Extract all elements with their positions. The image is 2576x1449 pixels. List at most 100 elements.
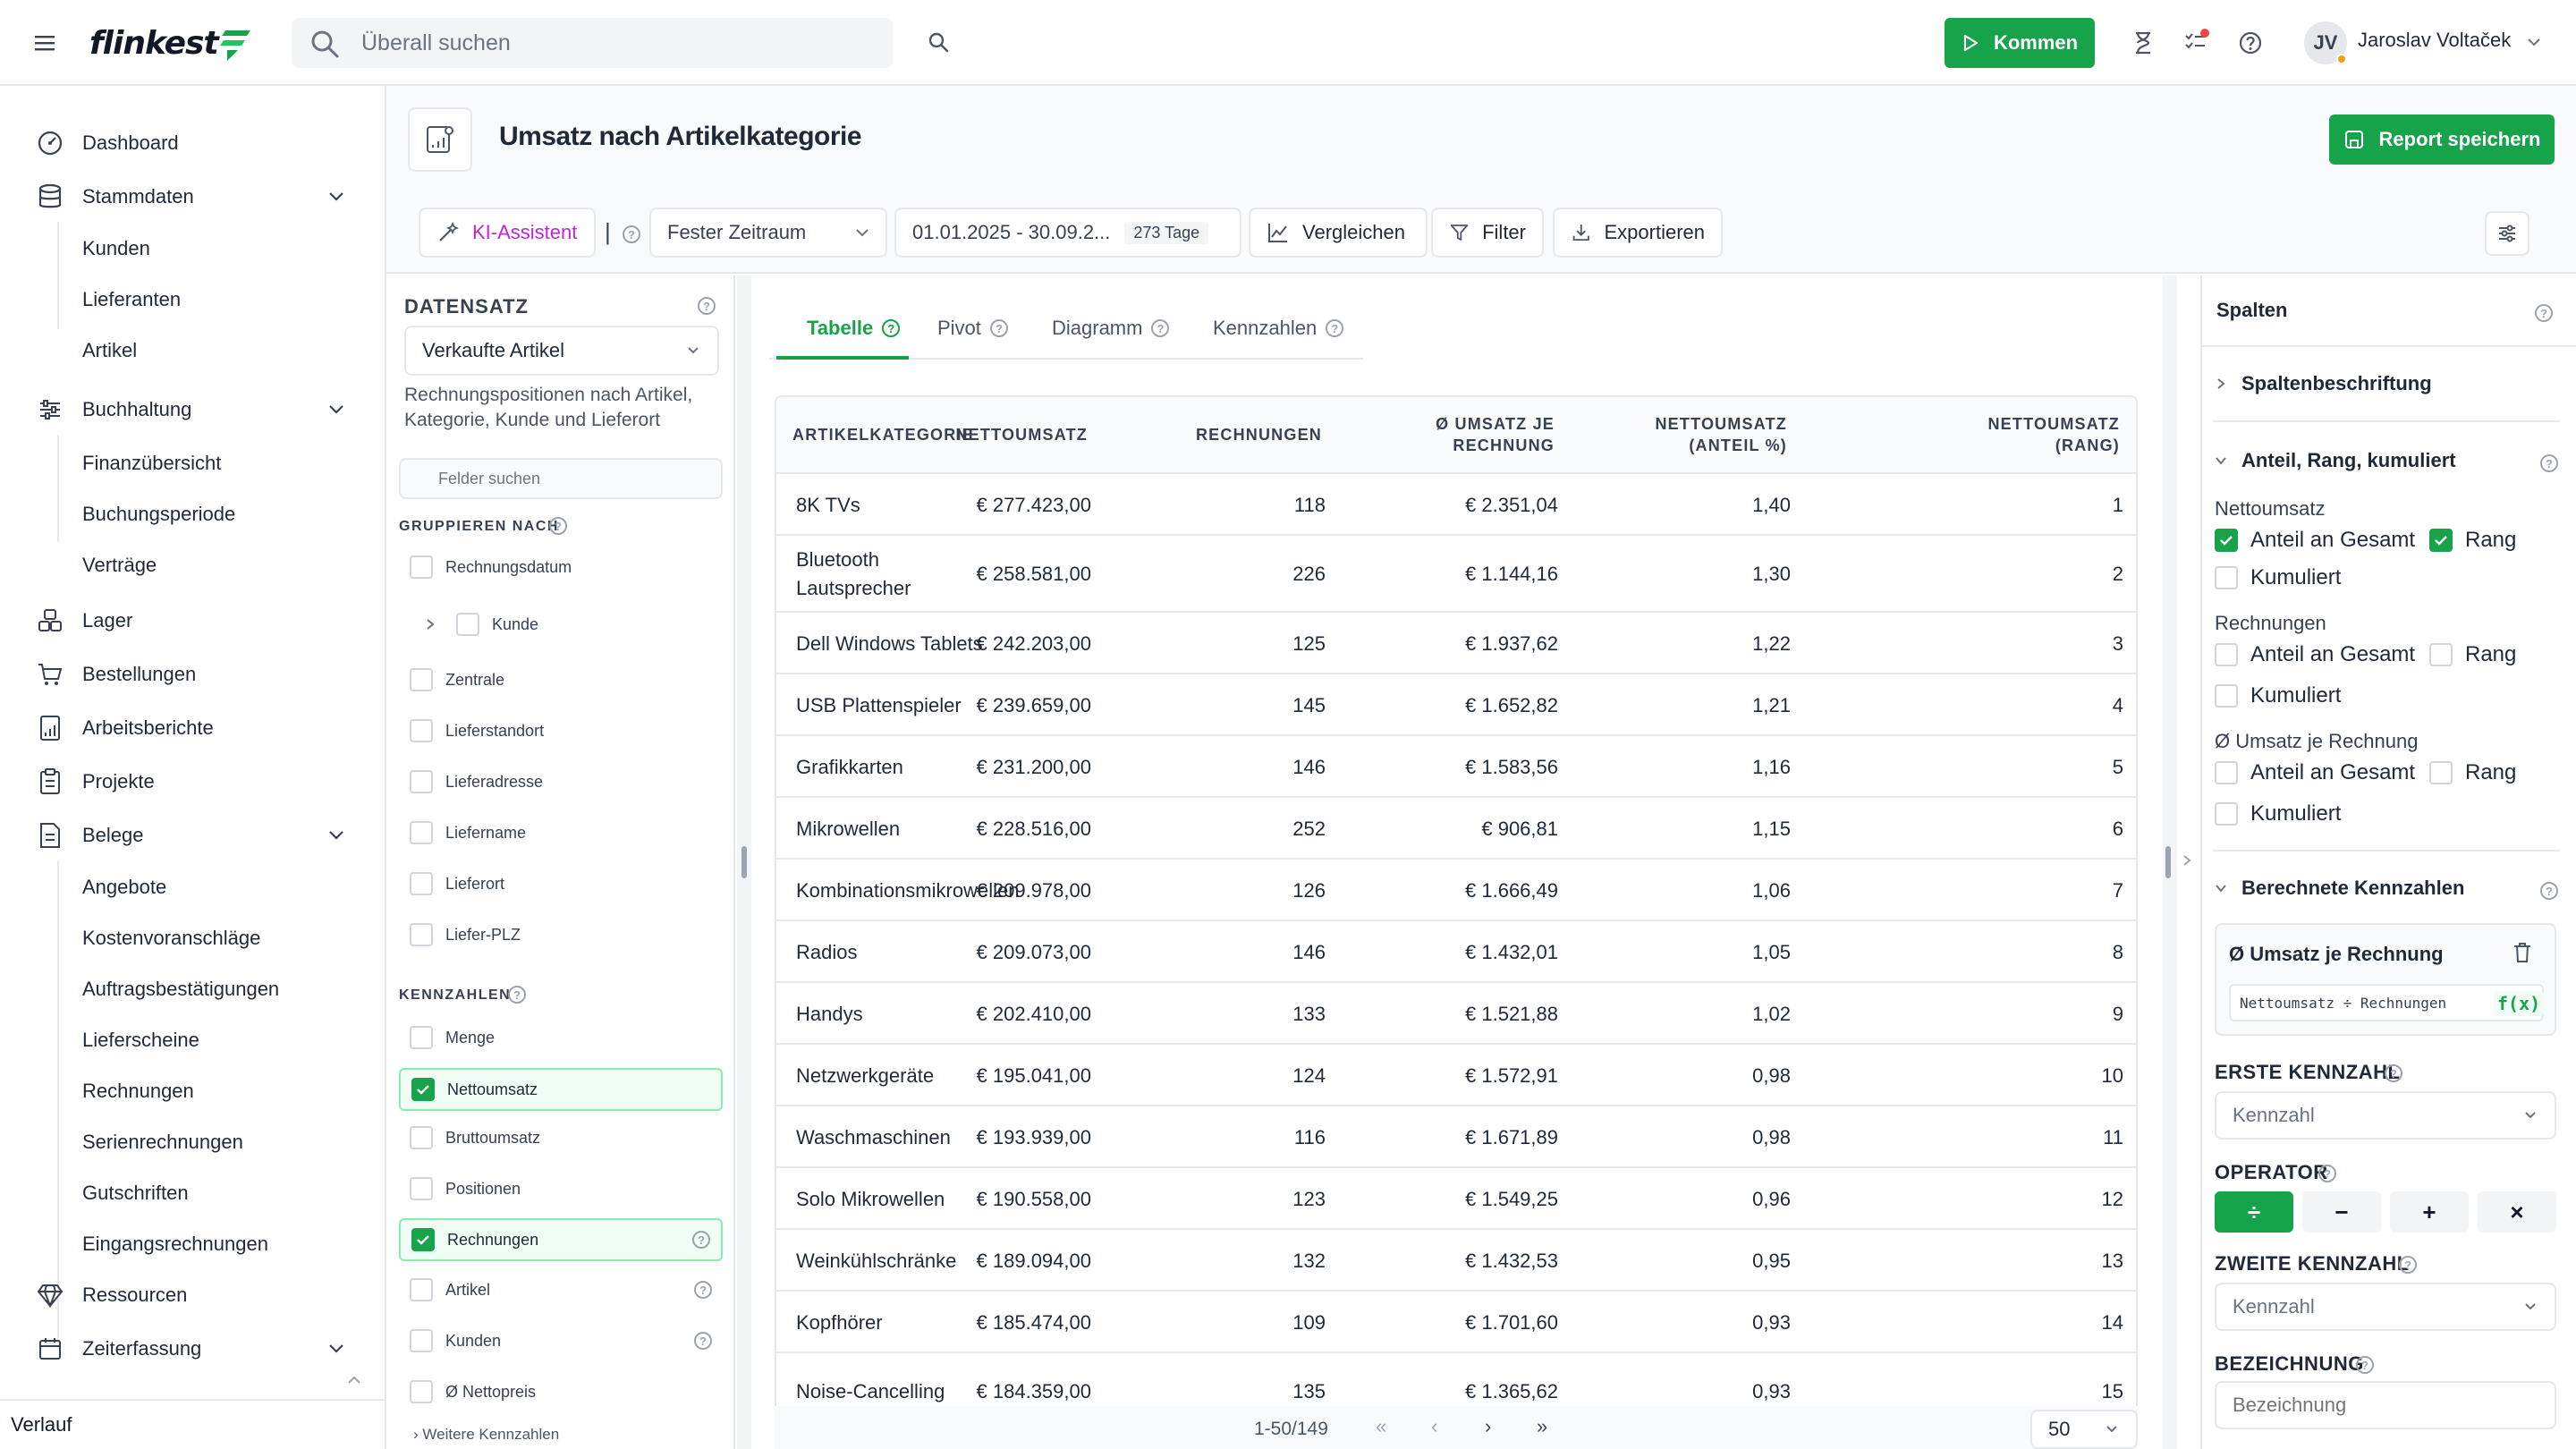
metric-field-nettoumsatz[interactable]: Nettoumsatz — [399, 1068, 723, 1111]
section-calculated-metrics[interactable]: Berechnete Kennzahlen — [2215, 877, 2464, 900]
sidebar-item-projekte[interactable]: Projekte — [36, 762, 155, 801]
operator-divide-button[interactable]: ÷ — [2215, 1191, 2293, 1233]
sidebar-item-artikel[interactable]: Artikel — [82, 333, 137, 369]
sidebar-item-dashboard[interactable]: Dashboard — [36, 123, 179, 163]
group-field-rechnungsdatum[interactable]: Rechnungsdatum — [399, 546, 723, 589]
table-row[interactable]: Waschmaschinen € 193.939,00 116 € 1.671,89 0… — [776, 1106, 2136, 1168]
next-page-icon[interactable]: › — [1485, 1415, 1491, 1438]
group-field-liefer-plz[interactable]: Liefer-PLZ — [399, 913, 723, 956]
column-header[interactable]: RECHNUNGEN — [1196, 424, 1322, 445]
settings-toggle-button[interactable] — [2485, 211, 2529, 256]
checkbox[interactable] — [410, 555, 433, 579]
help-icon[interactable]: ? — [1326, 319, 1344, 337]
menu-icon[interactable] — [32, 30, 57, 55]
name-input[interactable] — [2233, 1394, 2538, 1417]
option-share-nettoumsatz[interactable]: Anteil an Gesamt — [2215, 528, 2415, 553]
section-column-labels[interactable]: Spaltenbeschriftung — [2215, 372, 2432, 395]
field-search[interactable] — [399, 458, 723, 499]
sidebar-item-angebote[interactable]: Angebote — [82, 869, 166, 905]
table-row[interactable]: Handys € 202.410,00 133 € 1.521,88 1,02 9 — [776, 983, 2136, 1045]
tab-pivot[interactable]: Pivot? — [937, 304, 1008, 352]
metric-field-kunden[interactable]: Kunden? — [399, 1319, 723, 1362]
help-icon[interactable]: ? — [2540, 454, 2558, 472]
chevron-down-icon[interactable] — [324, 397, 349, 422]
operator-add-button[interactable]: + — [2390, 1191, 2469, 1233]
option-rank-rechnungen[interactable]: Rang — [2429, 642, 2516, 667]
section-share-rank[interactable]: Anteil, Rang, kumuliert — [2215, 449, 2456, 472]
chevron-right-icon[interactable] — [2181, 853, 2193, 868]
global-search[interactable] — [292, 18, 893, 68]
group-field-kunde[interactable]: Kunde — [399, 603, 723, 646]
table-row[interactable]: 8K TVs € 277.423,00 118 € 2.351,04 1,40 1 — [776, 474, 2136, 536]
search-submit-icon[interactable] — [925, 29, 952, 55]
column-header[interactable]: ARTIKELKATEGORIE — [792, 424, 974, 445]
checkbox[interactable] — [410, 923, 433, 946]
sidebar-item-lieferscheine[interactable]: Lieferscheine — [82, 1022, 199, 1058]
first-metric-select[interactable]: Kennzahl — [2215, 1091, 2556, 1140]
splitter-handle[interactable] — [2165, 846, 2171, 878]
sidebar-item-lieferanten[interactable]: Lieferanten — [82, 282, 181, 318]
help-icon[interactable]: ? — [2356, 1356, 2374, 1374]
checkbox[interactable] — [410, 1278, 433, 1301]
checkbox[interactable] — [410, 1380, 433, 1403]
help-icon[interactable]: ? — [2385, 1064, 2402, 1082]
help-icon[interactable]: ? — [698, 297, 716, 315]
help-icon[interactable]: ? — [508, 986, 526, 1004]
first-page-icon[interactable]: « — [1376, 1415, 1386, 1438]
table-row[interactable]: Dell Windows Tablets € 242.203,00 125 € 1.9… — [776, 613, 2136, 674]
help-icon[interactable]: ? — [2318, 1165, 2336, 1182]
user-name[interactable]: Jaroslav Voltaček — [2358, 29, 2511, 52]
kommen-button[interactable]: Kommen — [1945, 18, 2095, 68]
checkbox[interactable] — [410, 821, 433, 844]
checkbox[interactable] — [2429, 761, 2453, 784]
help-icon[interactable]: ? — [694, 1281, 712, 1299]
table-row[interactable]: Netzwerkgeräte € 195.041,00 124 € 1.572,91 0… — [776, 1045, 2136, 1106]
option-share-umsatz-je-rechnung[interactable]: Anteil an Gesamt — [2215, 760, 2415, 785]
metric-field-nettopreis[interactable]: Ø Nettopreis — [399, 1370, 723, 1413]
sidebar-item-eingangsrechnungen[interactable]: Eingangsrechnungen — [82, 1226, 268, 1262]
checkbox[interactable] — [410, 668, 433, 691]
checkbox[interactable] — [2429, 643, 2453, 666]
group-field-zentrale[interactable]: Zentrale — [399, 658, 723, 701]
table-row[interactable]: Kopfhörer € 185.474,00 109 € 1.701,60 0,93 14 — [776, 1292, 2136, 1353]
metric-field-bruttoumsatz[interactable]: Bruttoumsatz — [399, 1116, 723, 1159]
save-report-button[interactable]: Report speichern — [2329, 114, 2555, 165]
table-row[interactable]: Solo Mikrowellen € 190.558,00 123 € 1.549,2… — [776, 1168, 2136, 1230]
page-size-select[interactable]: 50 — [2030, 1410, 2138, 1449]
hourglass-icon[interactable] — [2129, 29, 2157, 57]
help-icon[interactable]: ? — [2399, 1256, 2417, 1274]
splitter-handle[interactable] — [741, 846, 747, 878]
table-row[interactable]: Bluetooth Lautsprecher € 258.581,00 226 € 1… — [776, 536, 2136, 613]
table-row[interactable]: USB Plattenspieler € 239.659,00 145 € 1.652… — [776, 674, 2136, 736]
chevron-down-icon[interactable] — [2524, 32, 2544, 52]
global-search-input[interactable] — [361, 18, 862, 68]
group-field-lieferort[interactable]: Lieferort — [399, 862, 723, 905]
group-field-liefername[interactable]: Liefername — [399, 811, 723, 854]
help-icon[interactable] — [2236, 29, 2265, 57]
export-button[interactable]: Exportieren — [1553, 208, 1723, 258]
checkbox[interactable] — [2215, 761, 2238, 784]
option-cumulative-nettoumsatz[interactable]: Kumuliert — [2215, 565, 2341, 590]
option-cumulative-umsatz-je-rechnung[interactable]: Kumuliert — [2215, 801, 2341, 826]
checkbox[interactable] — [410, 872, 433, 895]
table-row[interactable]: Weinkühlschränke € 189.094,00 132 € 1.432,5… — [776, 1230, 2136, 1292]
sidebar-item-kunden[interactable]: Kunden — [82, 231, 150, 267]
group-field-lieferadresse[interactable]: Lieferadresse — [399, 760, 723, 803]
checkbox[interactable] — [2215, 566, 2238, 589]
help-icon[interactable]: ? — [989, 319, 1008, 337]
prev-page-icon[interactable]: ‹ — [1431, 1415, 1437, 1438]
checkbox-checked[interactable] — [2429, 529, 2453, 552]
table-row[interactable]: Mikrowellen € 228.516,00 252 € 906,81 1,15 6 — [776, 798, 2136, 860]
chevron-down-icon[interactable] — [324, 184, 349, 209]
column-header[interactable]: NETTOUMSATZ — [955, 424, 1088, 445]
metric-field-artikel[interactable]: Artikel? — [399, 1268, 723, 1311]
sidebar-item-serienrechnungen[interactable]: Serienrechnungen — [82, 1124, 243, 1160]
more-metrics-toggle[interactable]: › Weitere Kennzahlen — [413, 1426, 559, 1449]
compare-button[interactable]: Vergleichen — [1249, 208, 1428, 258]
field-search-input[interactable] — [417, 469, 705, 488]
sidebar-item-auftragsbestaetigungen[interactable]: Auftragsbestätigungen — [82, 971, 279, 1007]
sidebar-item-buchhaltung[interactable]: Buchhaltung — [36, 390, 191, 429]
sidebar-item-kostenvoranschlaege[interactable]: Kostenvoranschläge — [82, 920, 260, 956]
tab-tabelle[interactable]: Tabelle? — [807, 304, 901, 352]
app-logo[interactable]: flinkest — [89, 21, 252, 64]
